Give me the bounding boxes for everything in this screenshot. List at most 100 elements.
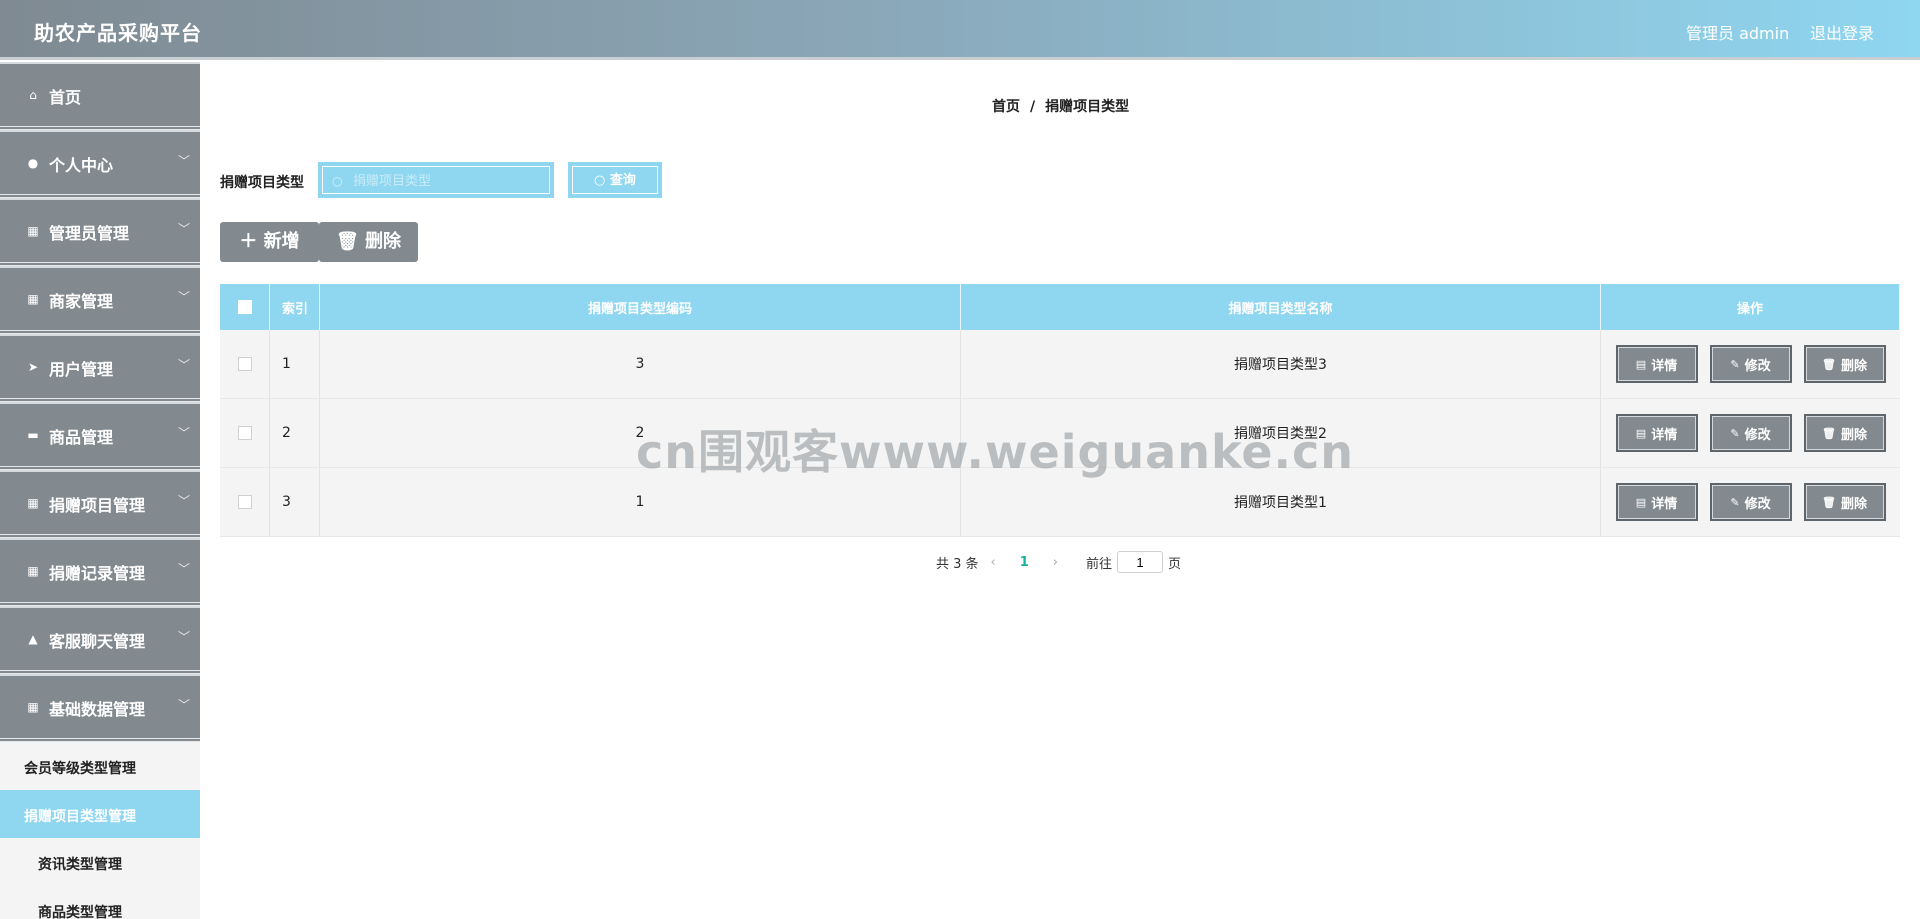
sidebar: ⌂ 首页 ● 个人中心 ﹀ ▦ 管理员管理 ﹀ ▦ 商家管理 ﹀ ➤ 用户管理 … — [0, 62, 200, 919]
data-table: 索引 捐赠项目类型编码 捐赠项目类型名称 操作 1 3 捐赠项目类型3 ▤ 详情 … — [220, 284, 1900, 537]
sidebar-subitem-label: 捐赠项目类型管理 — [24, 809, 136, 825]
bulk-delete-label: 删除 — [365, 231, 402, 252]
sidebar-item-label: 首页 — [49, 88, 82, 107]
edit-button[interactable]: ✎ 修改 — [1709, 345, 1792, 383]
watermark-text: cn围观客www.weiguanke.cn — [636, 425, 1355, 479]
grid-icon: ▦ — [27, 700, 39, 714]
detail-label: 详情 — [1651, 427, 1678, 443]
sidebar-item-label: 基础数据管理 — [49, 700, 146, 719]
row-code: 3 — [320, 330, 961, 398]
delete-button[interactable]: 🗑 删除 — [1803, 414, 1886, 452]
sidebar-subitem-product-type[interactable]: 商品类型管理 — [0, 886, 200, 919]
trash-icon: 🗑 — [335, 231, 366, 252]
current-user: 管理员 admin — [1686, 24, 1790, 43]
header-code: 捐赠项目类型编码 — [320, 284, 961, 330]
delete-button[interactable]: 🗑 删除 — [1803, 345, 1886, 383]
sidebar-subitem-member-level[interactable]: 会员等级类型管理 — [0, 742, 200, 790]
trash-icon: 🗑 — [1822, 357, 1836, 371]
sidebar-item-profile[interactable]: ● 个人中心 ﹀ — [0, 130, 200, 198]
sidebar-item-label: 捐赠项目管理 — [49, 496, 146, 515]
trash-icon: 🗑 — [1822, 495, 1836, 509]
detail-button[interactable]: ▤ 详情 — [1615, 414, 1698, 452]
add-button[interactable]: ＋ 新增 — [220, 222, 319, 262]
pagination-goto-input[interactable] — [1117, 551, 1164, 573]
delete-label: 删除 — [1840, 358, 1867, 374]
search-input[interactable] — [322, 166, 550, 194]
row-ops: ▤ 详情 ✎ 修改 🗑 删除 — [1601, 468, 1900, 536]
sidebar-subitem-donation-type[interactable]: 捐赠项目类型管理 — [0, 790, 200, 838]
sidebar-item-label: 管理员管理 — [49, 224, 130, 243]
pagination: 共 3 条 ‹ 1 › 前往 页 — [936, 551, 1181, 573]
pagination-page-unit: 页 — [1168, 556, 1182, 572]
edit-label: 修改 — [1744, 496, 1771, 512]
sidebar-item-donation-projects[interactable]: ▦ 捐赠项目管理 ﹀ — [0, 470, 200, 538]
edit-label: 修改 — [1744, 427, 1771, 443]
query-button-label: 查询 — [609, 173, 636, 188]
sidebar-item-customer-chat[interactable]: ▲ 客服聊天管理 ﹀ — [0, 606, 200, 674]
sidebar-item-products[interactable]: ▬ 商品管理 ﹀ — [0, 402, 200, 470]
bulk-delete-button[interactable]: 🗑 删除 — [319, 222, 418, 262]
sidebar-item-label: 商品管理 — [49, 428, 114, 447]
sidebar-item-users[interactable]: ➤ 用户管理 ﹀ — [0, 334, 200, 402]
sidebar-item-base-data[interactable]: ▦ 基础数据管理 ﹀ — [0, 674, 200, 742]
chevron-down-icon: ﹀ — [178, 494, 191, 508]
breadcrumb-current: 捐赠项目类型 — [1045, 99, 1130, 115]
breadcrumb-separator: / — [1030, 99, 1036, 115]
row-checkbox[interactable] — [237, 357, 252, 371]
sidebar-item-admins[interactable]: ▦ 管理员管理 ﹀ — [0, 198, 200, 266]
header-ops: 操作 — [1601, 284, 1900, 330]
chevron-right-icon[interactable]: › — [1053, 555, 1058, 570]
breadcrumb: 首页 / 捐赠项目类型 — [992, 96, 1129, 116]
sidebar-item-label: 捐赠记录管理 — [49, 564, 146, 583]
user-icon: ● — [27, 156, 39, 170]
detail-label: 详情 — [1651, 358, 1678, 374]
detail-button[interactable]: ▤ 详情 — [1615, 345, 1698, 383]
pagination-goto-label: 前往 — [1086, 556, 1113, 572]
grid-icon: ▦ — [27, 564, 39, 578]
detail-button[interactable]: ▤ 详情 — [1615, 483, 1698, 521]
delete-button[interactable]: 🗑 删除 — [1803, 483, 1886, 521]
detail-label: 详情 — [1651, 496, 1678, 512]
row-index: 3 — [270, 468, 320, 536]
search-label: 捐赠项目类型 — [220, 175, 304, 191]
sidebar-item-label: 商家管理 — [49, 292, 114, 311]
sidebar-subitem-news-type[interactable]: 资讯类型管理 — [0, 838, 200, 886]
send-icon: ➤ — [27, 360, 39, 374]
header-select-all[interactable] — [220, 284, 270, 330]
grid-icon: ▦ — [27, 224, 39, 238]
pagination-total: 共 3 条 — [936, 556, 979, 572]
pagination-current-page[interactable]: 1 — [1020, 555, 1029, 570]
sidebar-item-home[interactable]: ⌂ 首页 — [0, 62, 200, 130]
document-icon: ▤ — [1635, 495, 1647, 509]
add-button-label: 新增 — [263, 231, 300, 252]
header-index: 索引 — [270, 284, 320, 330]
row-index: 2 — [270, 399, 320, 467]
row-checkbox[interactable] — [237, 495, 252, 509]
table-row: 1 3 捐赠项目类型3 ▤ 详情 ✎ 修改 🗑 删除 — [220, 330, 1900, 399]
top-header: 助农产品采购平台 管理员 admin 退出登录 — [0, 0, 1920, 60]
edit-icon: ✎ — [1730, 426, 1740, 440]
sidebar-item-merchants[interactable]: ▦ 商家管理 ﹀ — [0, 266, 200, 334]
sidebar-item-label: 用户管理 — [49, 360, 114, 379]
header-name: 捐赠项目类型名称 — [961, 284, 1601, 330]
sidebar-item-label: 个人中心 — [49, 156, 114, 175]
select-all-checkbox[interactable] — [237, 300, 252, 314]
row-select — [220, 468, 270, 536]
row-checkbox[interactable] — [237, 426, 252, 440]
chevron-up-icon: ﹀ — [178, 698, 191, 712]
sidebar-item-donation-records[interactable]: ▦ 捐赠记录管理 ﹀ — [0, 538, 200, 606]
query-button[interactable]: ○ 查询 — [568, 162, 662, 198]
logout-link[interactable]: 退出登录 — [1810, 20, 1874, 44]
chevron-down-icon: ﹀ — [178, 630, 191, 644]
edit-button[interactable]: ✎ 修改 — [1709, 483, 1792, 521]
chevron-down-icon: ﹀ — [178, 222, 191, 236]
row-select — [220, 330, 270, 398]
edit-button[interactable]: ✎ 修改 — [1709, 414, 1792, 452]
row-index: 1 — [270, 330, 320, 398]
chevron-left-icon[interactable]: ‹ — [991, 555, 996, 570]
home-icon: ⌂ — [29, 88, 37, 102]
row-name: 捐赠项目类型3 — [961, 330, 1601, 398]
chevron-down-icon: ﹀ — [178, 426, 191, 440]
breadcrumb-home[interactable]: 首页 — [992, 99, 1020, 115]
sidebar-subitem-label: 会员等级类型管理 — [24, 761, 136, 777]
